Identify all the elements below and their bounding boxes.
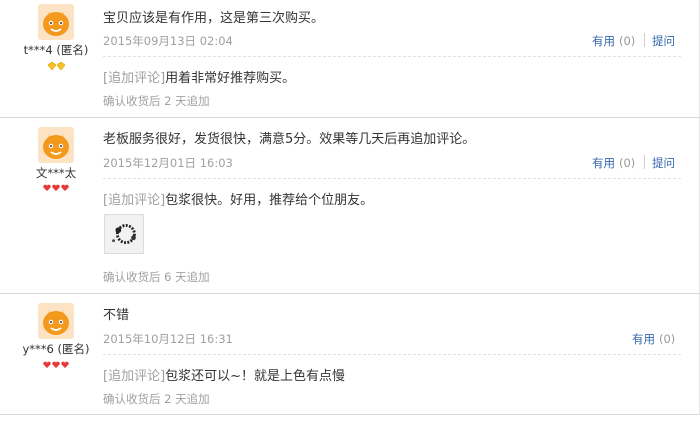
gold-diamond-icon: [56, 62, 65, 70]
review-photo-thumbnail[interactable]: [104, 214, 144, 254]
append-timing: 确认收货后 6 天追加: [103, 270, 210, 284]
reviewer-name: t***4 (匿名): [23, 43, 89, 57]
appended-review: [追加评论]包浆很快。好用，推荐给个位朋友。: [103, 189, 373, 208]
useful-count: (0): [619, 156, 636, 170]
red-heart-icon: [61, 361, 69, 368]
useful-label[interactable]: 有用: [592, 34, 615, 48]
review-date: 2015年12月01日 16:03: [103, 156, 233, 170]
review-item: t***4 (匿名) 宝贝应该是有作用，这是第三次购买。 2015年09月13日…: [0, 0, 700, 118]
useful-count: (0): [659, 332, 676, 346]
dashed-divider: [103, 178, 681, 179]
reviewer-name: 文***太: [35, 166, 77, 180]
useful-label[interactable]: 有用: [632, 332, 655, 346]
appended-review: [追加评论]包浆还可以~！就是上色有点慢: [103, 365, 345, 384]
red-heart-icon: [43, 184, 51, 191]
avatar-icon[interactable]: [38, 4, 74, 40]
review-text: 老板服务很好，发货很快，满意5分。效果等几天后再追加评论。: [103, 132, 476, 147]
separator: [644, 155, 645, 169]
useful-button[interactable]: 有用 (0): [592, 33, 635, 49]
red-heart-icon: [61, 184, 69, 191]
reviewer-name: y***6 (匿名): [22, 342, 90, 356]
ask-button[interactable]: 提问: [652, 33, 675, 49]
avatar-icon[interactable]: [38, 303, 74, 339]
append-text: 用着非常好推荐购买。: [165, 71, 296, 86]
buyer-level-badge: [0, 361, 112, 371]
dashed-divider: [103, 354, 681, 355]
separator: [644, 33, 645, 47]
review-item: y***6 (匿名) 不错 2015年10月12日 16:31 有用 (0) [追…: [0, 294, 700, 415]
useful-button[interactable]: 有用 (0): [632, 331, 675, 347]
review-text: 宝贝应该是有作用，这是第三次购买。: [103, 11, 325, 26]
review-text: 不错: [103, 308, 130, 323]
red-heart-icon: [52, 184, 60, 191]
append-tag: [追加评论]: [103, 193, 166, 208]
red-heart-icon: [52, 361, 60, 368]
red-heart-icon: [43, 361, 51, 368]
ask-button[interactable]: 提问: [652, 155, 675, 171]
review-date: 2015年10月12日 16:31: [103, 332, 233, 346]
append-timing: 确认收货后 2 天追加: [103, 94, 210, 108]
append-tag: [追加评论]: [103, 71, 166, 86]
useful-button[interactable]: 有用 (0): [592, 155, 635, 171]
useful-count: (0): [619, 34, 636, 48]
review-date: 2015年09月13日 02:04: [103, 34, 233, 48]
review-item: 文***太 老板服务很好，发货很快，满意5分。效果等几天后再追加评论。 2015…: [0, 118, 700, 294]
append-timing: 确认收货后 2 天追加: [103, 392, 210, 406]
append-text: 包浆很快。好用，推荐给个位朋友。: [165, 193, 374, 208]
append-tag: [追加评论]: [103, 369, 166, 384]
gold-diamond-icon: [47, 62, 56, 70]
appended-review: [追加评论]用着非常好推荐购买。: [103, 67, 295, 86]
useful-label[interactable]: 有用: [592, 156, 615, 170]
buyer-level-badge: [0, 62, 112, 72]
dashed-divider: [103, 56, 681, 57]
append-text: 包浆还可以~！就是上色有点慢: [165, 369, 346, 384]
avatar-icon[interactable]: [38, 127, 74, 163]
buyer-level-badge: [0, 184, 112, 194]
